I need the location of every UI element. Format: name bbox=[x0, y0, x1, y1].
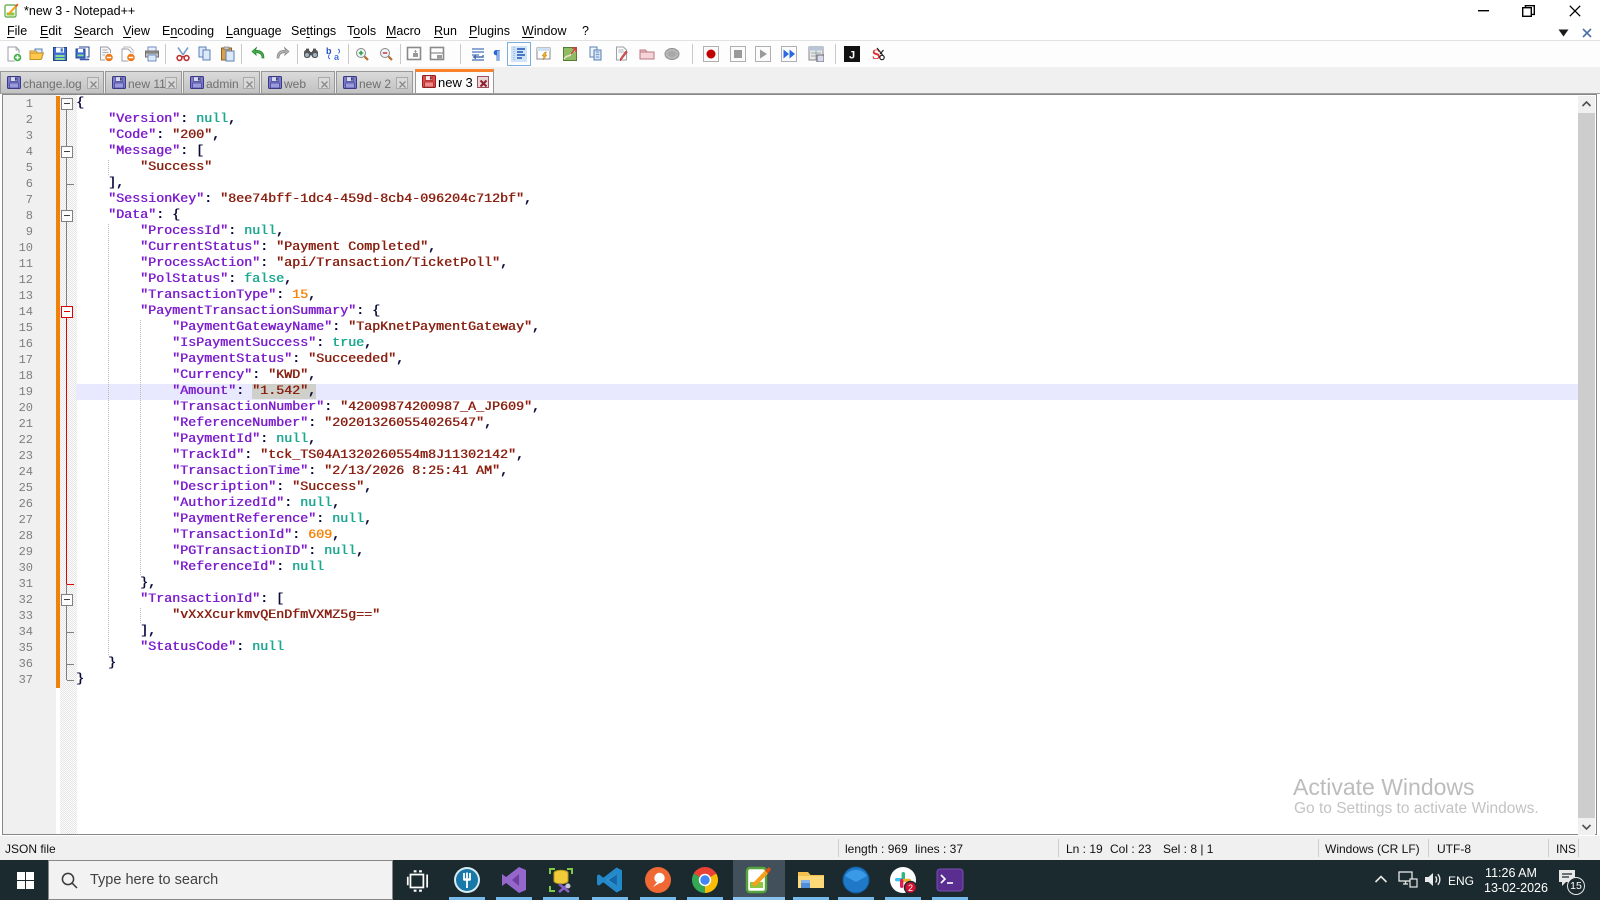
svg-text:S: S bbox=[872, 47, 880, 62]
svg-text:J: J bbox=[849, 50, 855, 62]
svg-text:2: 2 bbox=[908, 883, 913, 893]
svg-text:¶: ¶ bbox=[493, 48, 501, 62]
